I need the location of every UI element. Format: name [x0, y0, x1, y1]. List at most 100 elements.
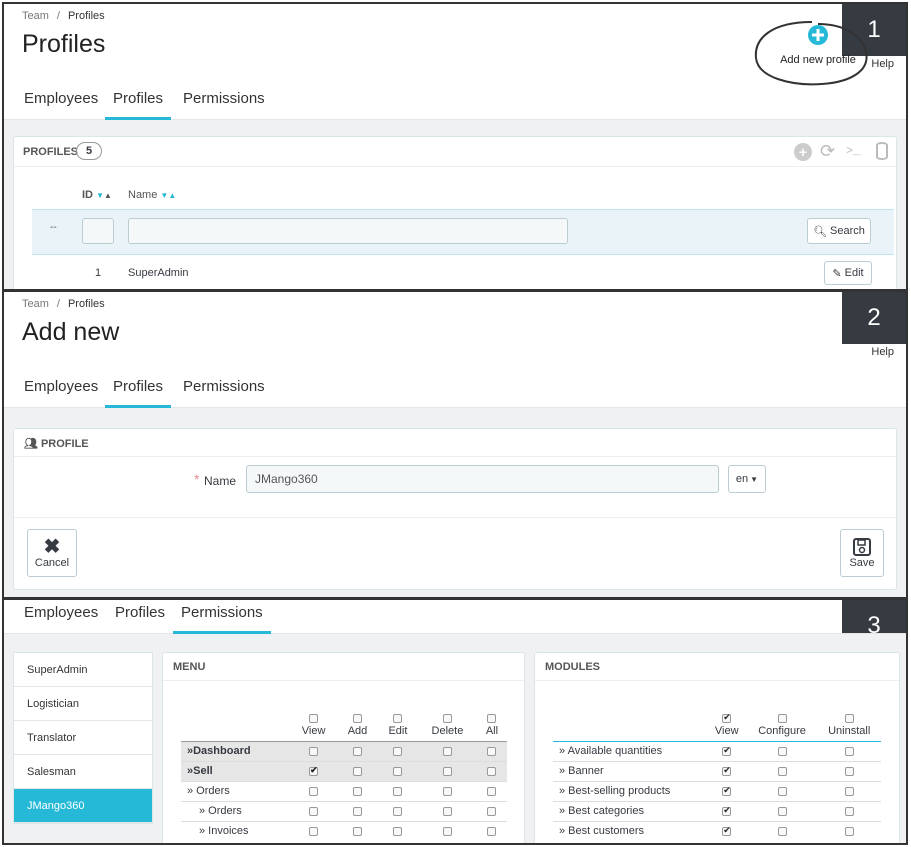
permission-checkbox[interactable]: [487, 826, 497, 836]
menu-column-add: Add: [347, 724, 368, 737]
permission-checkbox[interactable]: [844, 806, 854, 816]
modules-permissions-card: MODULES View Configure Uninstall » Availabl…: [534, 652, 900, 843]
tab-profiles[interactable]: Profiles: [113, 604, 167, 634]
permission-checkbox[interactable]: [442, 826, 452, 836]
select-all-view-checkbox[interactable]: [309, 714, 319, 724]
column-header-name[interactable]: Name ▼▲: [128, 189, 176, 201]
module-row-label: » Best-selling products: [559, 785, 671, 797]
tab-profiles[interactable]: Profiles: [105, 90, 172, 120]
breadcrumb-parent[interactable]: Team: [22, 10, 49, 22]
database-icon[interactable]: [876, 142, 888, 160]
breadcrumb: Team / Profiles: [22, 298, 105, 310]
page-title: Add new: [22, 318, 120, 346]
tab-permissions[interactable]: Permissions: [181, 90, 267, 120]
permission-checkbox[interactable]: [844, 826, 854, 836]
column-id-label: ID: [82, 189, 93, 201]
permission-checkbox[interactable]: [487, 786, 497, 796]
permission-checkbox[interactable]: [487, 766, 497, 776]
sql-query-icon[interactable]: >_: [846, 144, 860, 158]
help-link[interactable]: Help: [871, 58, 894, 70]
permission-checkbox[interactable]: [442, 766, 452, 776]
divider: [14, 517, 896, 518]
menu-column-delete: Delete: [431, 724, 464, 737]
select-all-view-checkbox[interactable]: [722, 712, 732, 724]
permission-checkbox[interactable]: [722, 825, 732, 836]
permission-checkbox[interactable]: [442, 806, 452, 816]
permission-checkbox[interactable]: [309, 765, 319, 776]
profile-list-item[interactable]: Translator: [14, 721, 152, 755]
profile-list-item[interactable]: Salesman: [14, 755, 152, 789]
permission-checkbox[interactable]: [442, 786, 452, 796]
tab-employees[interactable]: Employees: [22, 604, 100, 634]
save-button[interactable]: Save: [840, 529, 884, 577]
toolbar-add-icon[interactable]: +: [794, 143, 812, 161]
permission-checkbox[interactable]: [722, 805, 732, 816]
permission-checkbox[interactable]: [352, 786, 362, 796]
tab-permissions[interactable]: Permissions: [173, 604, 271, 634]
profile-list-item[interactable]: Logistician: [14, 687, 152, 721]
sort-up-icon[interactable]: ▲: [104, 191, 112, 200]
permission-checkbox[interactable]: [844, 766, 854, 776]
step-number-badge: 2: [842, 292, 906, 344]
edit-button[interactable]: ✎ Edit: [824, 261, 872, 285]
permission-checkbox[interactable]: [393, 786, 403, 796]
permission-checkbox[interactable]: [722, 785, 732, 796]
permission-checkbox[interactable]: [352, 766, 362, 776]
permission-checkbox[interactable]: [309, 806, 319, 816]
profile-list-item[interactable]: SuperAdmin: [14, 653, 152, 687]
permission-checkbox[interactable]: [777, 786, 787, 796]
id-filter-input[interactable]: [82, 218, 114, 244]
select-all-add-checkbox[interactable]: [352, 714, 362, 724]
column-name-label: Name: [128, 189, 158, 201]
select-all-edit-checkbox[interactable]: [393, 714, 403, 724]
tab-employees[interactable]: Employees: [22, 90, 100, 120]
sort-arrows-icon[interactable]: ▼: [96, 191, 104, 200]
permission-checkbox[interactable]: [309, 786, 319, 796]
permission-checkbox[interactable]: [487, 746, 497, 756]
permission-checkbox[interactable]: [777, 746, 787, 756]
select-all-uninstall-checkbox[interactable]: [844, 714, 854, 724]
permission-checkbox[interactable]: [442, 746, 452, 756]
help-link[interactable]: Help: [871, 346, 894, 358]
select-all-delete-checkbox[interactable]: [442, 714, 452, 724]
tab-profiles[interactable]: Profiles: [105, 378, 172, 408]
column-header-id[interactable]: ID ▼▲: [82, 189, 112, 201]
search-button[interactable]: 🔍︎ Search: [807, 218, 871, 244]
table-row: » Available quantities: [553, 741, 881, 761]
permission-checkbox[interactable]: [393, 766, 403, 776]
permission-checkbox[interactable]: [352, 806, 362, 816]
permission-checkbox[interactable]: [393, 806, 403, 816]
permission-checkbox[interactable]: [722, 745, 732, 756]
name-filter-input[interactable]: [128, 218, 568, 244]
permission-checkbox[interactable]: [352, 746, 362, 756]
cancel-button[interactable]: ✖ Cancel: [27, 529, 77, 577]
permission-checkbox[interactable]: [722, 765, 732, 776]
modules-permissions-table: View Configure Uninstall » Available quanti…: [553, 701, 881, 841]
tab-employees[interactable]: Employees: [22, 378, 100, 408]
select-all-all-checkbox[interactable]: [487, 714, 497, 724]
permission-checkbox[interactable]: [487, 806, 497, 816]
permission-checkbox[interactable]: [309, 746, 319, 756]
table-row: »Dashboard: [181, 741, 507, 761]
permission-checkbox[interactable]: [393, 826, 403, 836]
permission-checkbox[interactable]: [352, 826, 362, 836]
breadcrumb-parent[interactable]: Team: [22, 298, 49, 310]
language-select[interactable]: en ▼: [728, 465, 766, 493]
permission-checkbox[interactable]: [777, 766, 787, 776]
tab-permissions[interactable]: Permissions: [181, 378, 267, 408]
modules-column-uninstall: Uninstall: [828, 724, 871, 737]
permission-checkbox[interactable]: [393, 746, 403, 756]
permission-checkbox[interactable]: [777, 826, 787, 836]
tabs: Employees Profiles Permissions: [4, 604, 906, 634]
permission-checkbox[interactable]: [309, 826, 319, 836]
permission-checkbox[interactable]: [844, 746, 854, 756]
refresh-icon[interactable]: ⟳: [820, 141, 835, 162]
sort-down-icon[interactable]: ▼▲: [160, 191, 176, 200]
module-row-label: » Available quantities: [559, 745, 663, 757]
name-input[interactable]: [246, 465, 719, 493]
permission-checkbox[interactable]: [844, 786, 854, 796]
permission-checkbox[interactable]: [777, 806, 787, 816]
profile-list-item[interactable]: JMango360: [14, 789, 152, 823]
select-all-configure-checkbox[interactable]: [777, 714, 787, 724]
menu-column-edit: Edit: [388, 724, 408, 737]
